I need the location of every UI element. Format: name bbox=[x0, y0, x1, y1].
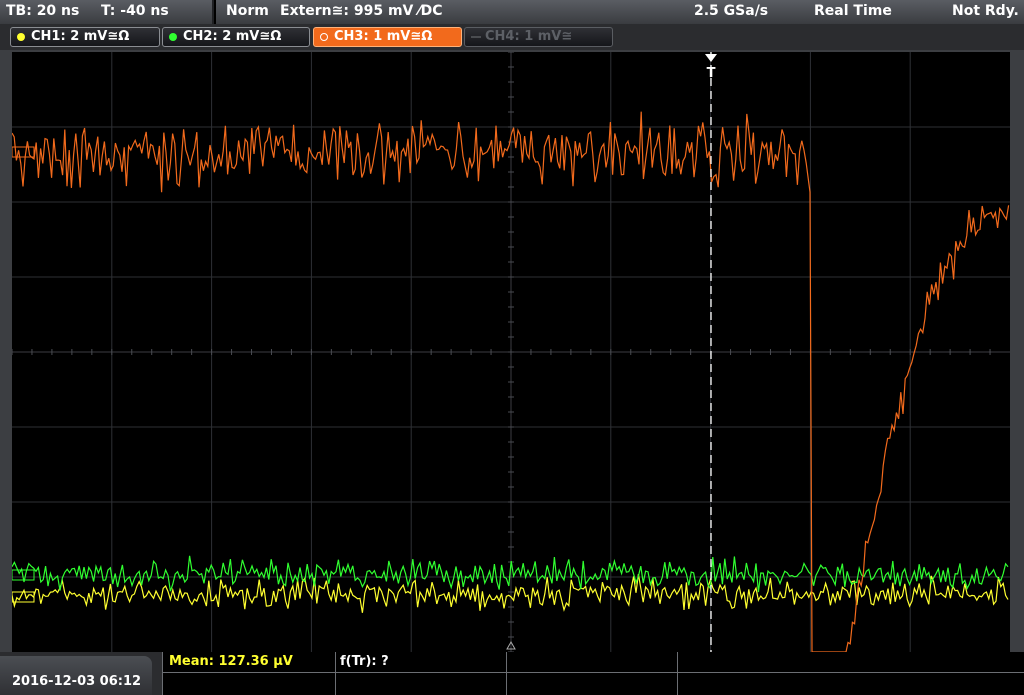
measurement-panel: Mean: 127.36 µV f(Tr): ? bbox=[162, 652, 1024, 695]
measurement-empty-cell[interactable] bbox=[678, 652, 1024, 673]
channel-tab-ch3[interactable]: CH3: 1 mV≅Ω bbox=[313, 27, 462, 47]
timebase-panel[interactable]: TB: 20 ns T: -40 ns bbox=[0, 0, 214, 24]
measurement-empty-cell[interactable] bbox=[163, 673, 336, 695]
trigger-marker-label: T bbox=[707, 66, 716, 81]
channel-tab-ch4[interactable]: CH4: 1 mV≅ bbox=[464, 27, 613, 47]
trigger-source: Extern≅: 995 mV ⁄DC bbox=[280, 3, 443, 19]
measurement-mean-cell[interactable]: Mean: 127.36 µV bbox=[163, 652, 336, 673]
measurement-empty-cell[interactable] bbox=[336, 673, 507, 695]
date-time: 2016-12-03 06:12 bbox=[12, 674, 142, 689]
ch2-indicator-icon bbox=[169, 33, 177, 41]
ch3-indicator-icon bbox=[320, 33, 328, 41]
channel-tab-ch1[interactable]: CH1: 2 mV≅Ω bbox=[10, 27, 160, 47]
waveform-graticule[interactable]: T bbox=[12, 52, 1010, 652]
acquisition-mode: Real Time bbox=[814, 3, 892, 19]
measurement-empty-cell[interactable] bbox=[507, 673, 678, 695]
channel-bar: CH1: 2 mV≅Ω CH2: 2 mV≅Ω CH3: 1 mV≅Ω CH4:… bbox=[0, 24, 1024, 50]
channel-label: CH4: 1 mV≅ bbox=[485, 29, 573, 44]
measurement-empty-cell[interactable] bbox=[507, 652, 678, 673]
status-bar: TB: 20 ns T: -40 ns Norm Extern≅: 995 mV… bbox=[0, 0, 1024, 24]
ch1-offset-icon[interactable] bbox=[12, 591, 35, 603]
trigger-time-label: T: -40 ns bbox=[101, 3, 169, 19]
sample-rate: 2.5 GSa/s bbox=[694, 3, 769, 19]
timebase-label: TB: 20 ns bbox=[6, 3, 80, 19]
measurement-rise-cell[interactable]: f(Tr): ? bbox=[336, 652, 507, 673]
acquisition-state: Not Rdy. bbox=[952, 3, 1019, 19]
trigger-panel[interactable]: Norm Extern≅: 995 mV ⁄DC 2.5 GSa/s Real … bbox=[216, 0, 1024, 24]
channel-label: CH1: 2 mV≅Ω bbox=[31, 29, 130, 44]
channel-tab-ch2[interactable]: CH2: 2 mV≅Ω bbox=[162, 27, 310, 47]
channel-label: CH3: 1 mV≅Ω bbox=[334, 29, 433, 44]
trigger-position-icon[interactable] bbox=[705, 54, 717, 62]
ch4-indicator-icon bbox=[471, 36, 481, 38]
measurement-rise-freq: f(Tr): ? bbox=[340, 654, 389, 669]
ch1-indicator-icon bbox=[17, 33, 25, 41]
measurement-mean: Mean: 127.36 µV bbox=[169, 654, 293, 669]
channel-label: CH2: 2 mV≅Ω bbox=[183, 29, 282, 44]
trigger-mode: Norm bbox=[226, 3, 269, 19]
